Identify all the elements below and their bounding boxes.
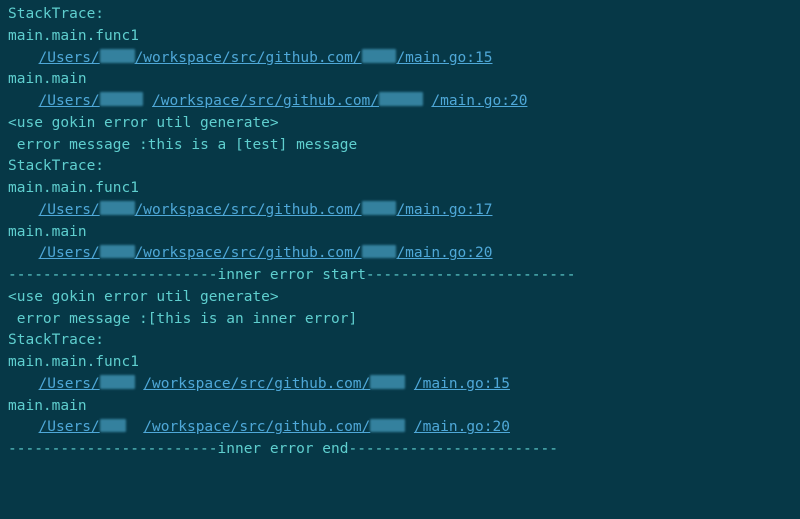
stack-path-line: /Users/ /workspace/src/github.com/ /main… — [8, 417, 792, 439]
file-path-link[interactable]: /workspace/src/github.com/ — [143, 376, 370, 392]
file-path-link[interactable]: /main.go:20 — [414, 419, 510, 435]
stack-path-line: /Users/ /workspace/src/github.com/ /main.g… — [8, 243, 792, 265]
terminal-output: StackTrace: main.main.func1 /Users/ /work… — [8, 4, 792, 461]
gokin-header: <use gokin error util generate> — [8, 113, 792, 135]
redacted-segment — [370, 419, 405, 433]
stacktrace-label: StackTrace: — [8, 156, 792, 178]
redacted-segment — [100, 375, 135, 389]
file-path-link[interactable]: /Users/ — [39, 93, 100, 109]
stack-frame-main: main.main — [8, 69, 792, 91]
stack-frame-main: main.main — [8, 222, 792, 244]
redacted-segment — [100, 245, 135, 259]
stack-frame-func1: main.main.func1 — [8, 178, 792, 200]
stack-frame-func1: main.main.func1 — [8, 352, 792, 374]
file-path-link[interactable]: /Users/ — [39, 202, 100, 218]
redacted-segment — [100, 92, 144, 106]
redacted-segment — [362, 245, 397, 259]
redacted-segment — [100, 49, 135, 63]
redacted-segment — [100, 201, 135, 215]
file-path-link[interactable]: /workspace/src/github.com/ — [152, 93, 379, 109]
inner-error-start-divider: ------------------------inner error star… — [8, 265, 792, 287]
redacted-segment — [362, 49, 397, 63]
redacted-segment — [100, 419, 126, 433]
redacted-segment — [370, 375, 405, 389]
file-path-link[interactable]: /main.go:17 — [396, 202, 492, 218]
error-message: error message :[this is an inner error] — [8, 309, 792, 331]
redacted-segment — [379, 92, 423, 106]
file-path-link[interactable]: /main.go:20 — [431, 93, 527, 109]
file-path-link[interactable]: /main.go:20 — [396, 245, 492, 261]
stacktrace-label: StackTrace: — [8, 4, 792, 26]
file-path-link[interactable]: /Users/ — [39, 245, 100, 261]
file-path-link[interactable]: /Users/ — [39, 376, 100, 392]
file-path-link[interactable]: /workspace/src/github.com/ — [143, 419, 370, 435]
redacted-segment — [362, 201, 397, 215]
file-path-link[interactable]: /workspace/src/github.com/ — [135, 50, 362, 66]
stack-frame-func1: main.main.func1 — [8, 26, 792, 48]
gokin-header: <use gokin error util generate> — [8, 287, 792, 309]
file-path-link[interactable]: /main.go:15 — [414, 376, 510, 392]
file-path-link[interactable]: /workspace/src/github.com/ — [135, 202, 362, 218]
file-path-link[interactable]: /Users/ — [39, 419, 100, 435]
inner-error-end-divider: ------------------------inner error end-… — [8, 439, 792, 461]
stack-frame-main: main.main — [8, 396, 792, 418]
stack-path-line: /Users/ /workspace/src/github.com/ /main.g… — [8, 200, 792, 222]
file-path-link[interactable]: /Users/ — [39, 50, 100, 66]
error-message: error message :this is a [test] message — [8, 135, 792, 157]
stack-path-line: /Users/ /workspace/src/github.com/ /main… — [8, 91, 792, 113]
stack-path-line: /Users/ /workspace/src/github.com/ /main.g… — [8, 48, 792, 70]
stacktrace-label: StackTrace: — [8, 330, 792, 352]
stack-path-line: /Users/ /workspace/src/github.com/ /main… — [8, 374, 792, 396]
file-path-link[interactable]: /main.go:15 — [396, 50, 492, 66]
file-path-link[interactable]: /workspace/src/github.com/ — [135, 245, 362, 261]
